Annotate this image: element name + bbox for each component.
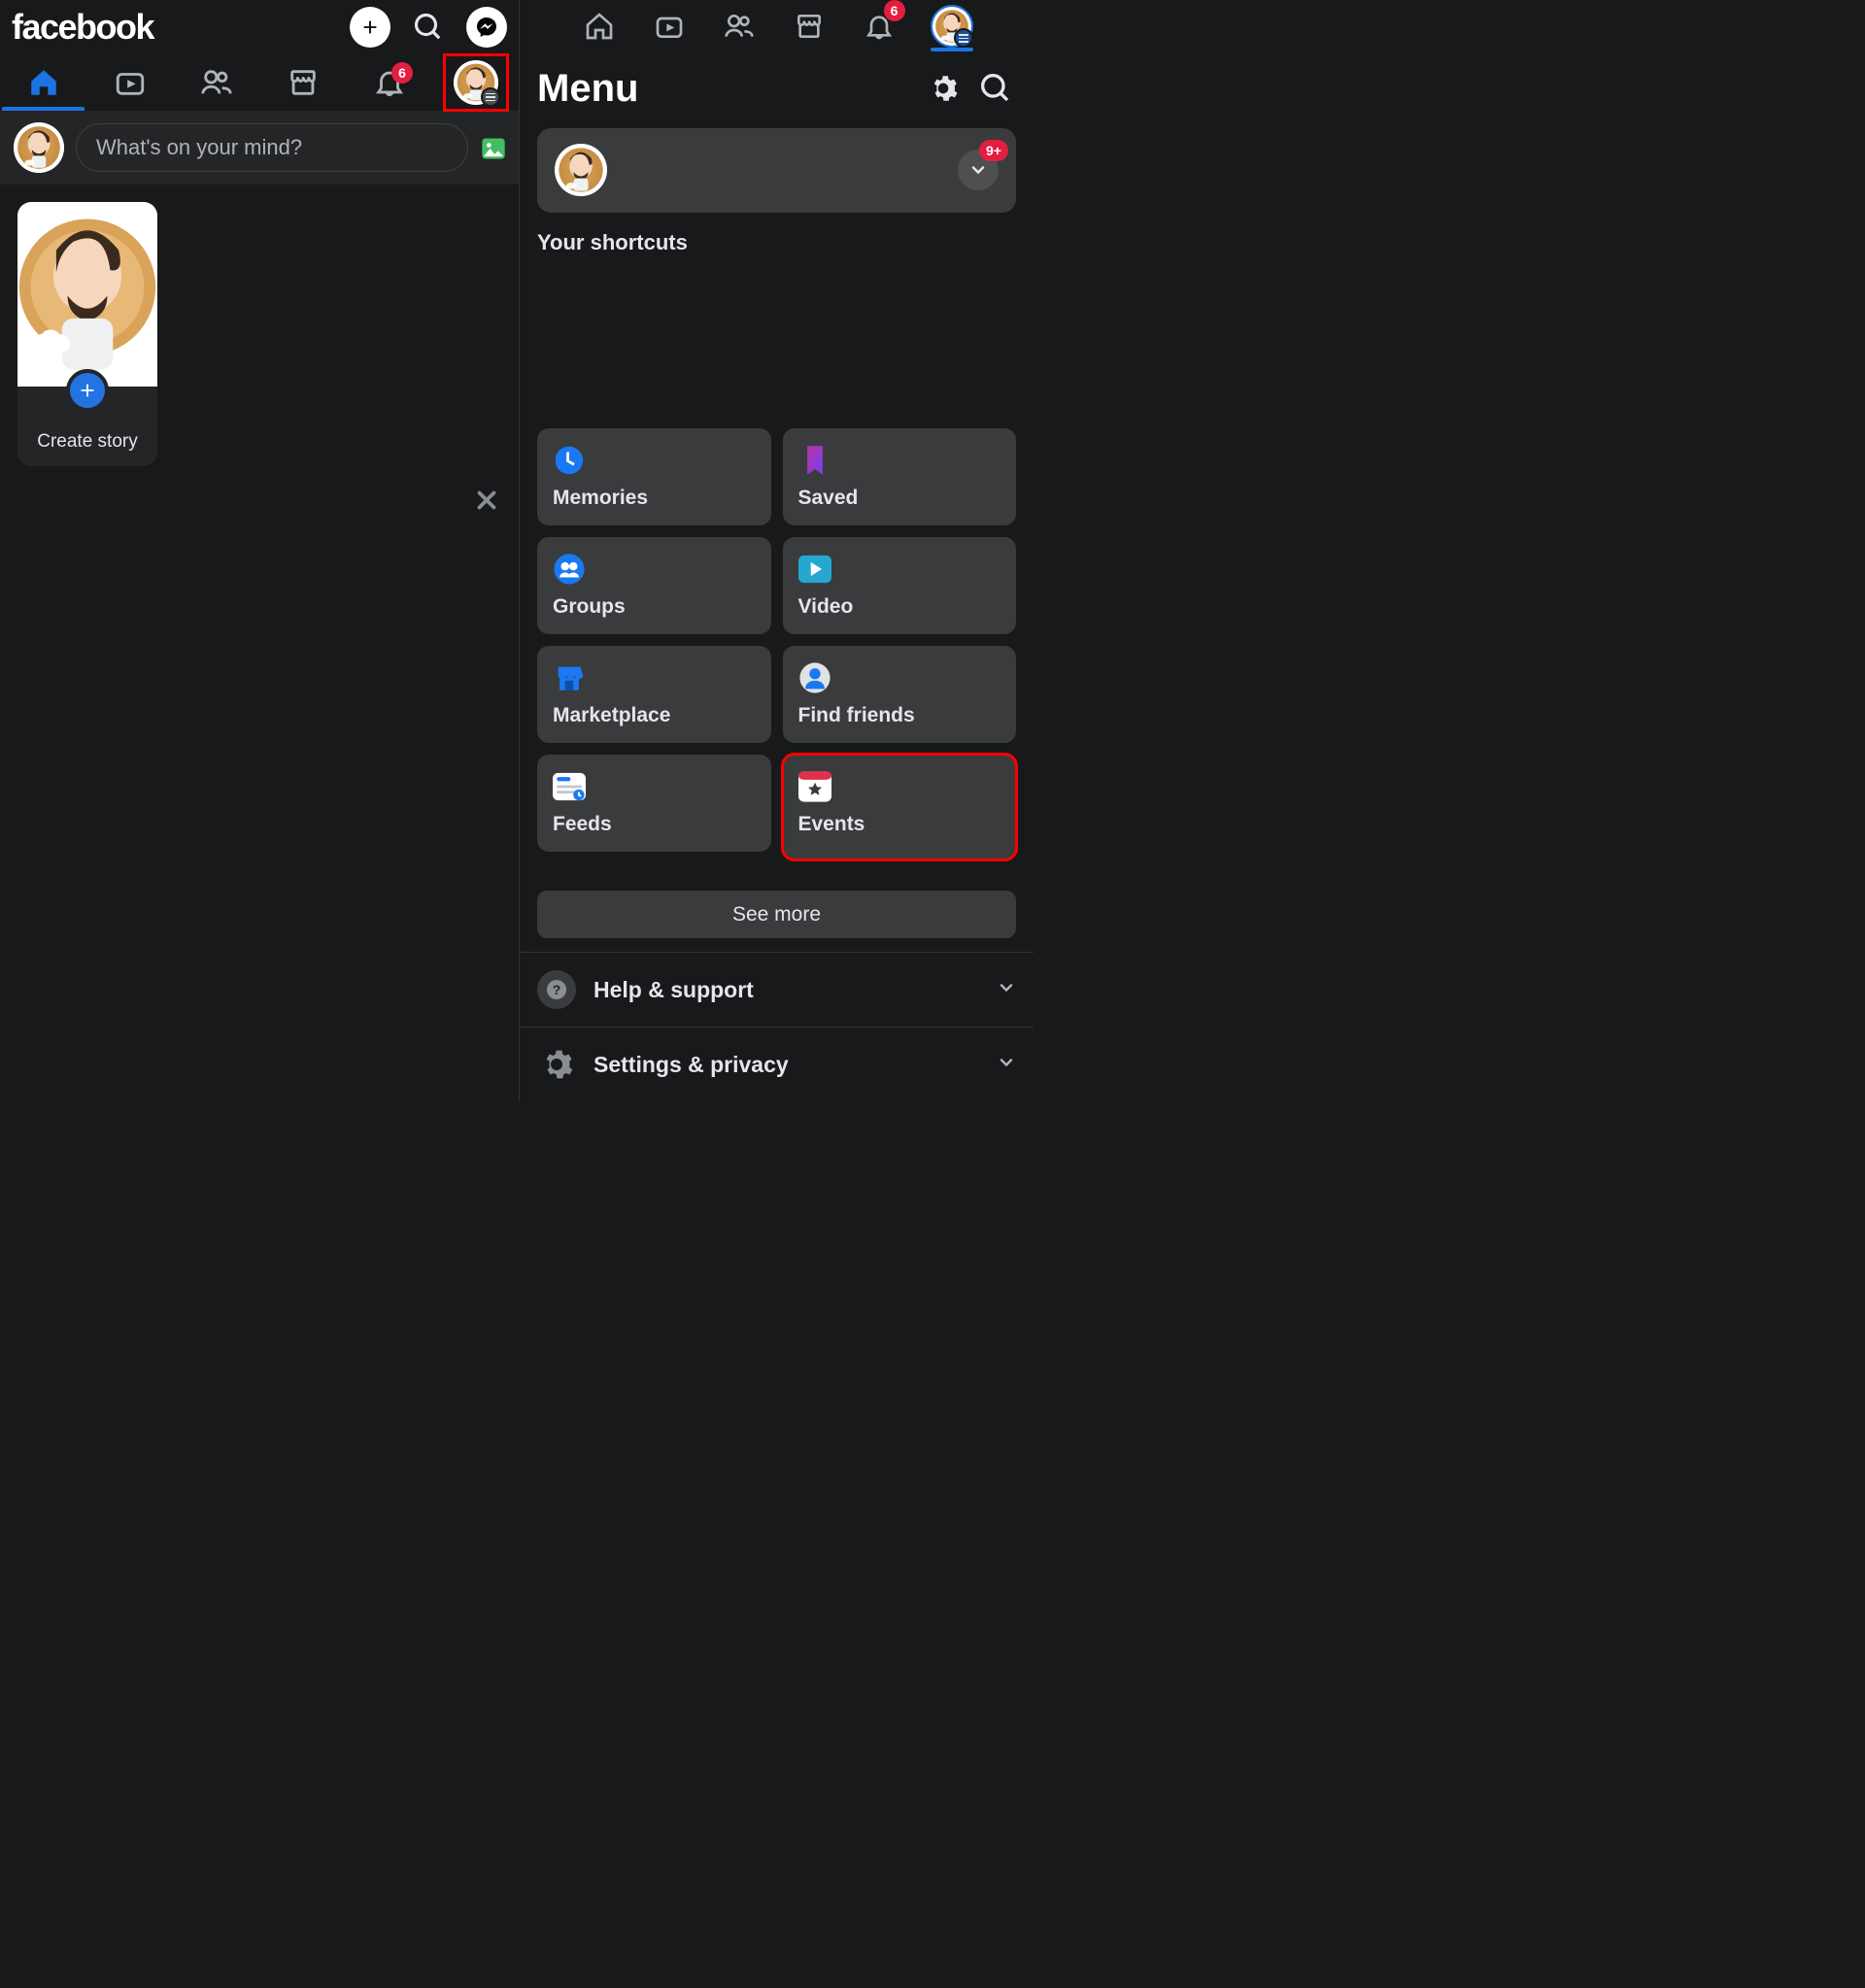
- events-icon: [798, 770, 831, 803]
- menu-lines-icon: [954, 28, 973, 48]
- gear-icon: [537, 1045, 576, 1084]
- tile-video[interactable]: Video: [783, 537, 1017, 634]
- marketplace-icon: [553, 661, 586, 694]
- story-image: [17, 202, 157, 387]
- right-header: 6: [520, 0, 1034, 53]
- settings-privacy-row[interactable]: Settings & privacy: [520, 1027, 1034, 1101]
- nav-notifications[interactable]: 6: [861, 8, 898, 45]
- active-indicator: [931, 48, 973, 51]
- menu-lines-icon: [481, 87, 500, 107]
- nav-profile[interactable]: [931, 5, 973, 48]
- nav-marketplace[interactable]: [791, 8, 828, 45]
- tile-label: Marketplace: [553, 704, 756, 727]
- create-story-card[interactable]: Create story: [17, 202, 157, 466]
- right-pane: 6 Menu 9+ Your shortcuts Memories Saved Gr…: [519, 0, 1034, 1101]
- facebook-logo[interactable]: facebook: [12, 7, 153, 48]
- profile-badge: 9+: [979, 140, 1008, 161]
- create-icon[interactable]: [350, 7, 390, 48]
- menu-title: Menu: [537, 67, 911, 111]
- search-icon[interactable]: [975, 68, 1016, 109]
- nav-home[interactable]: [581, 8, 618, 45]
- plus-icon: [66, 369, 109, 412]
- tile-events[interactable]: Events: [783, 755, 1017, 859]
- close-icon[interactable]: [472, 486, 501, 520]
- help-label: Help & support: [593, 977, 979, 1003]
- chevron-down-icon: [997, 978, 1016, 1002]
- memories-icon: [553, 444, 586, 477]
- tile-memories[interactable]: Memories: [537, 428, 771, 525]
- avatar: [454, 60, 498, 105]
- messenger-icon[interactable]: [466, 7, 507, 48]
- tile-groups[interactable]: Groups: [537, 537, 771, 634]
- top-header: facebook: [0, 0, 519, 54]
- video-icon: [798, 553, 831, 586]
- notifications-badge: 6: [391, 62, 413, 84]
- tile-label: Find friends: [798, 704, 1001, 727]
- avatar[interactable]: [14, 122, 64, 173]
- menu-title-row: Menu: [520, 53, 1034, 111]
- tile-feeds[interactable]: Feeds: [537, 755, 771, 852]
- svg-text:?: ?: [553, 982, 561, 997]
- nav-home[interactable]: [0, 54, 86, 111]
- tile-find-friends[interactable]: Find friends: [783, 646, 1017, 743]
- settings-icon[interactable]: [923, 68, 964, 109]
- left-pane: facebook 6: [0, 0, 519, 1101]
- composer-input[interactable]: What's on your mind?: [76, 123, 468, 172]
- feeds-icon: [553, 770, 586, 803]
- top-header-actions: [350, 7, 507, 48]
- avatar: [555, 144, 607, 196]
- story-section: Create story: [0, 185, 519, 484]
- menu-profile-card[interactable]: 9+: [537, 128, 1016, 214]
- nav-marketplace[interactable]: [259, 54, 346, 111]
- photo-icon[interactable]: [480, 135, 505, 160]
- tile-saved[interactable]: Saved: [783, 428, 1017, 525]
- nav-friends[interactable]: [721, 8, 758, 45]
- create-story-label: Create story: [17, 431, 157, 453]
- nav-video[interactable]: [651, 8, 688, 45]
- chevron-down-icon: [997, 1053, 1016, 1077]
- shortcuts-label: Your shortcuts: [520, 230, 1034, 255]
- tile-label: Video: [798, 595, 1001, 619]
- groups-icon: [553, 553, 586, 586]
- tile-label: Feeds: [553, 813, 756, 836]
- see-more-button[interactable]: See more: [537, 891, 1016, 938]
- nav-profile-menu[interactable]: [432, 54, 519, 111]
- tile-label: Memories: [553, 487, 756, 510]
- nav-notifications[interactable]: 6: [346, 54, 432, 111]
- composer: What's on your mind?: [0, 111, 519, 185]
- nav-friends[interactable]: [173, 54, 259, 111]
- help-icon: ?: [537, 970, 576, 1009]
- search-icon[interactable]: [408, 7, 449, 48]
- saved-icon: [798, 444, 831, 477]
- tile-label: Saved: [798, 487, 1001, 510]
- help-support-row[interactable]: ? Help & support: [520, 952, 1034, 1027]
- notifications-badge: 6: [884, 0, 905, 21]
- menu-tiles: Memories Saved Groups Video Marketplace Find …: [520, 411, 1034, 877]
- find-friends-icon: [798, 661, 831, 694]
- nav-tabs: 6: [0, 54, 519, 111]
- settings-label: Settings & privacy: [593, 1052, 979, 1078]
- profile-switcher[interactable]: 9+: [958, 150, 999, 190]
- tile-label: Groups: [553, 595, 756, 619]
- tile-marketplace[interactable]: Marketplace: [537, 646, 771, 743]
- tile-label: Events: [798, 813, 1001, 836]
- nav-video[interactable]: [86, 54, 173, 111]
